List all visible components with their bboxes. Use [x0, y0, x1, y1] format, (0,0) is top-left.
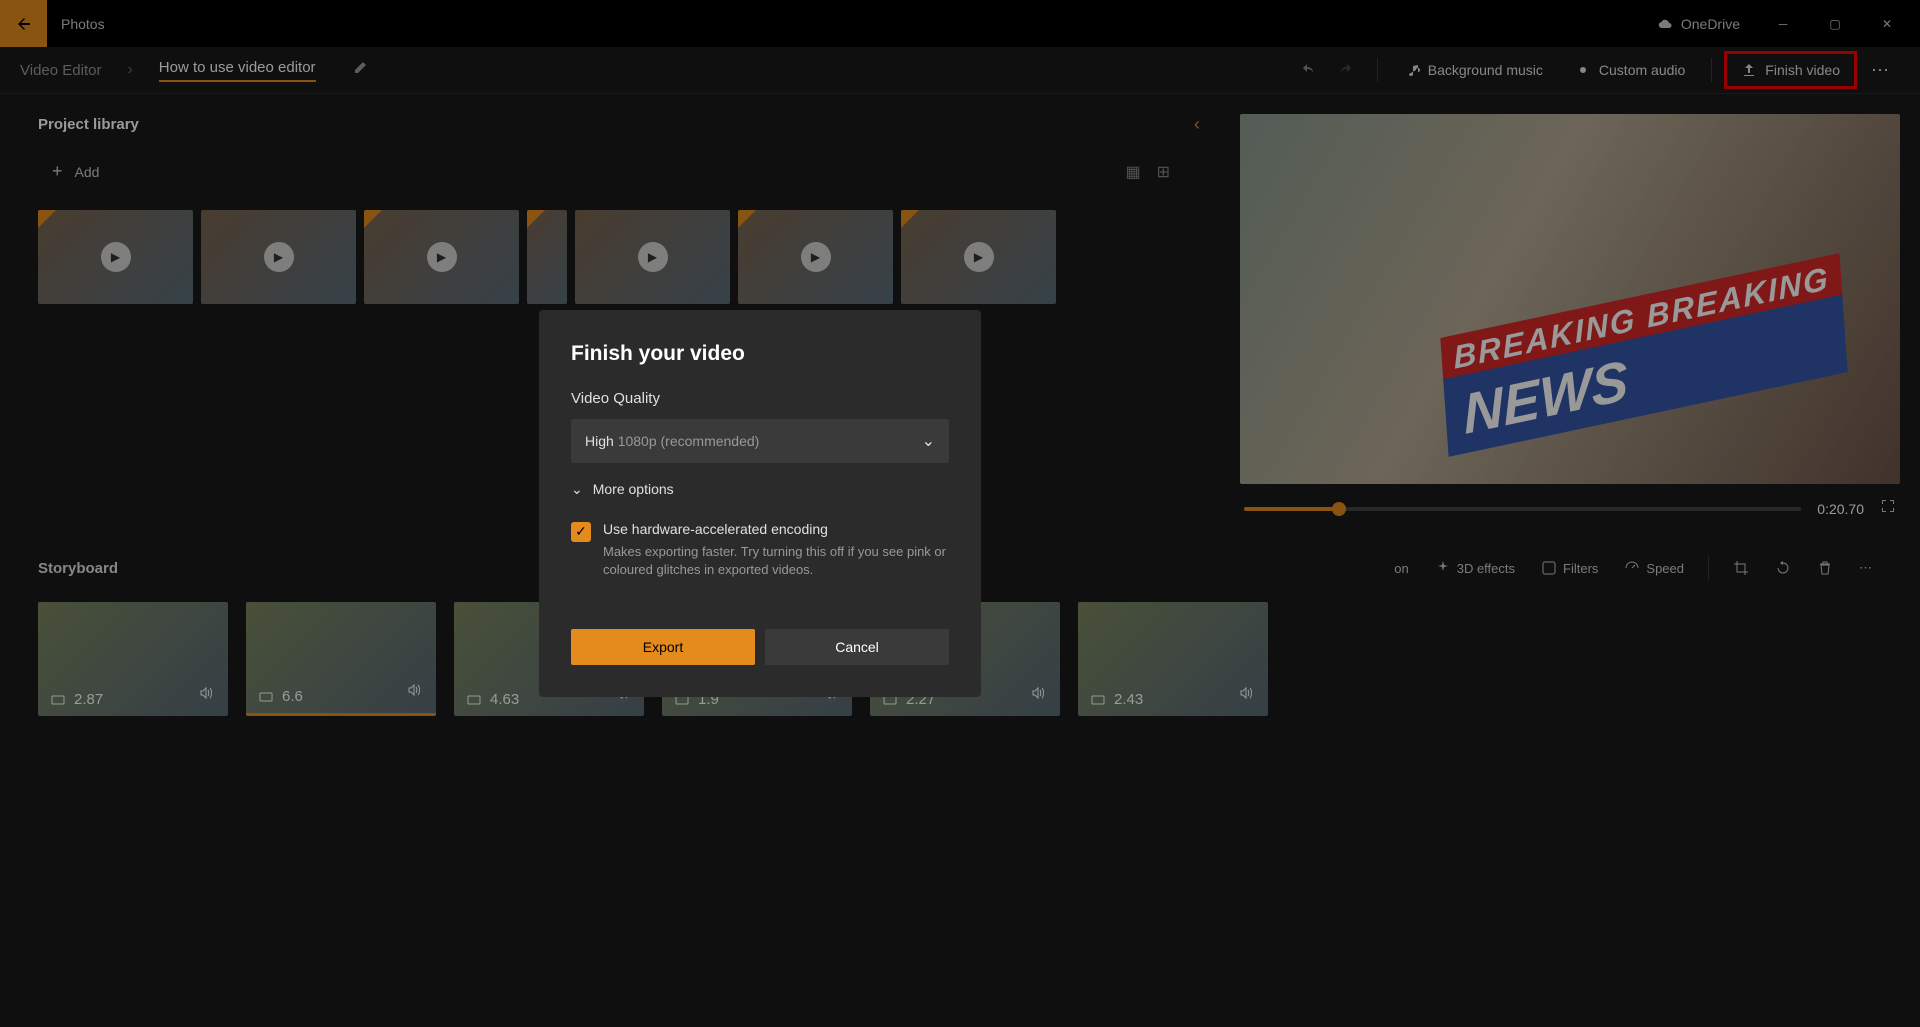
- quality-label: Video Quality: [571, 390, 949, 407]
- dialog-actions: Export Cancel: [571, 629, 949, 665]
- chevron-down-icon: ⌄: [922, 431, 935, 451]
- export-button[interactable]: Export: [571, 629, 755, 665]
- dialog-title: Finish your video: [571, 342, 949, 366]
- chevron-down-icon: ⌄: [571, 481, 583, 498]
- hwaccel-label: Use hardware-accelerated encoding: [603, 520, 949, 540]
- more-options-toggle[interactable]: ⌄ More options: [571, 481, 949, 498]
- hwaccel-checkbox[interactable]: ✓: [571, 522, 591, 542]
- hwaccel-text: Use hardware-accelerated encoding Makes …: [603, 520, 949, 580]
- cancel-button[interactable]: Cancel: [765, 629, 949, 665]
- hwaccel-option: ✓ Use hardware-accelerated encoding Make…: [571, 520, 949, 580]
- quality-dropdown[interactable]: High 1080p (recommended) ⌄: [571, 419, 949, 463]
- finish-video-dialog: Finish your video Video Quality High 108…: [539, 310, 981, 698]
- quality-value: High 1080p (recommended): [585, 433, 759, 449]
- hwaccel-description: Makes exporting faster. Try turning this…: [603, 543, 949, 579]
- modal-overlay[interactable]: Finish your video Video Quality High 108…: [0, 0, 1920, 1027]
